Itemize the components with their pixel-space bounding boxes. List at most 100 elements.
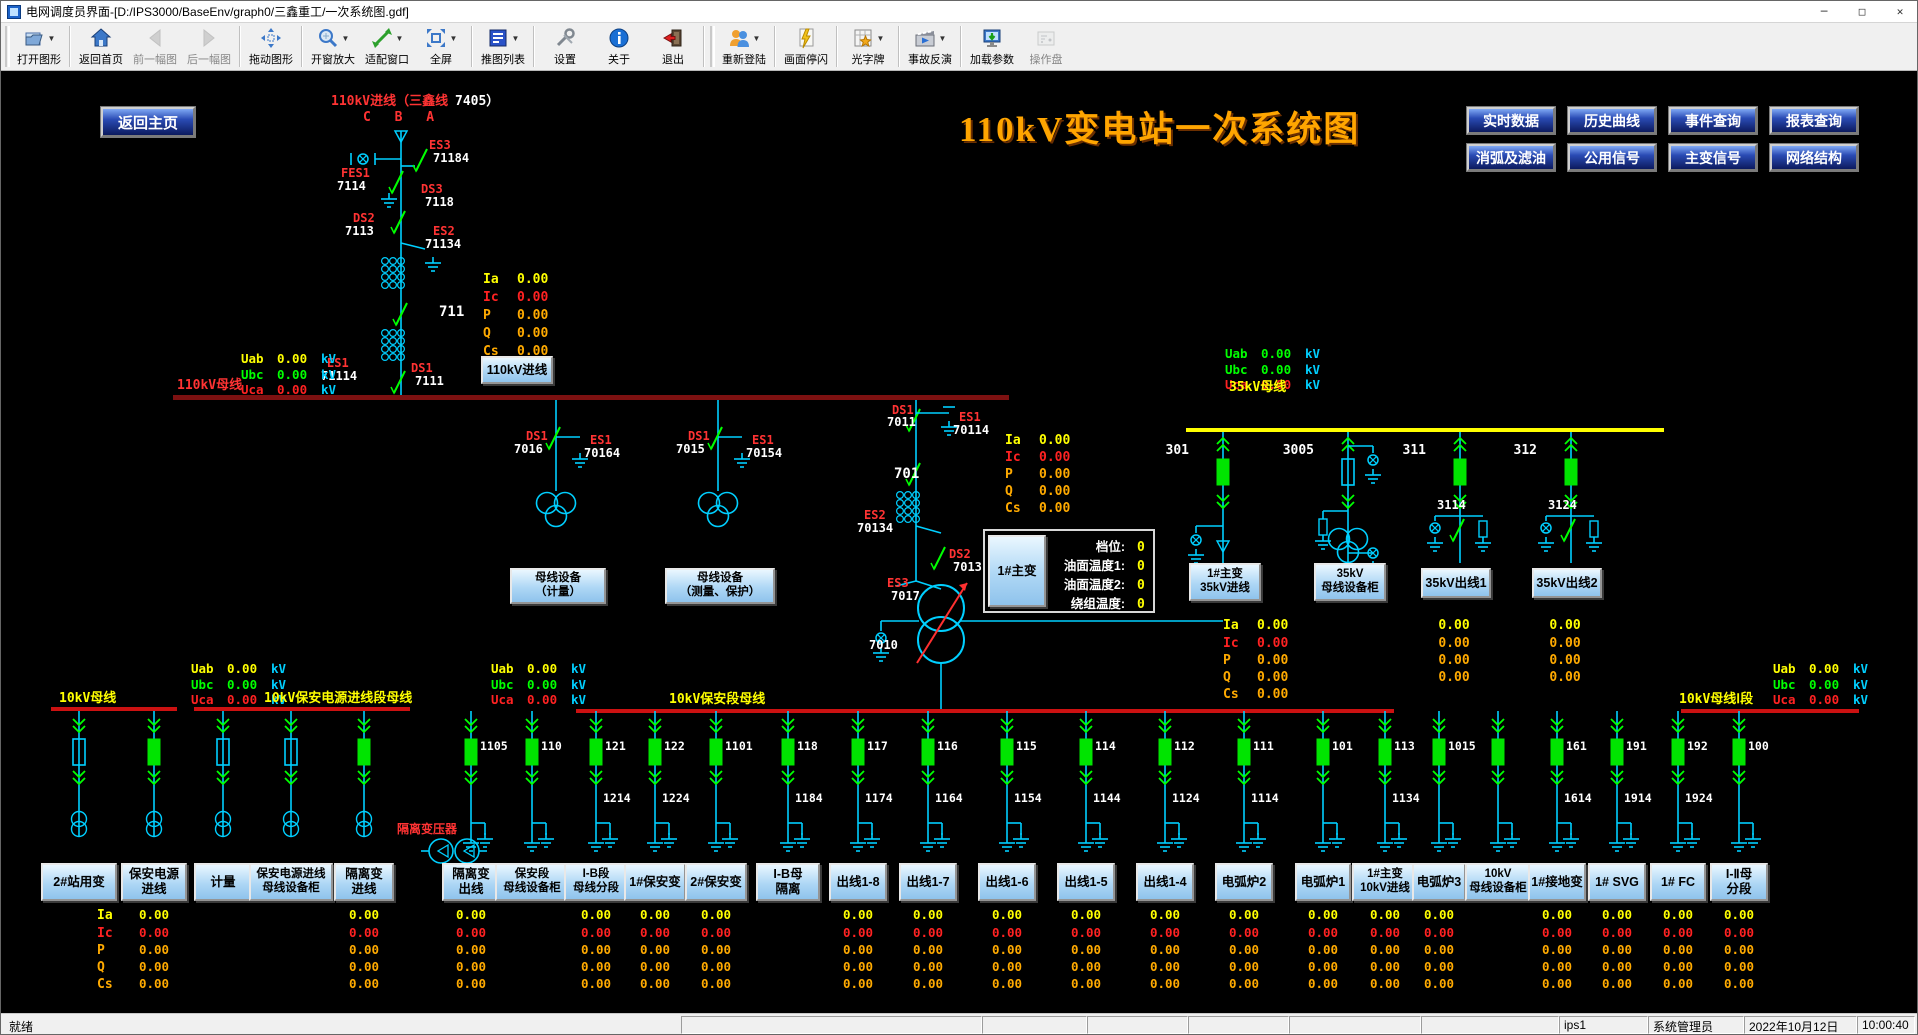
feeder-button-8[interactable]: I-B段母线分段 <box>564 863 628 901</box>
feeder-button-7[interactable]: 保安段母线设备柜 <box>495 863 569 901</box>
toolbar-button-accident-replay[interactable]: ▼事故反演 <box>903 23 957 70</box>
toolbar-button-relogin[interactable]: ▼重新登陆 <box>717 23 771 70</box>
feeder-button-3[interactable]: 计量 <box>194 863 252 901</box>
kv35-bay-button-2[interactable]: 35kV母线设备柜 <box>1314 563 1386 601</box>
bus-10kv-c[interactable] <box>576 709 1394 713</box>
incoming-line-button[interactable]: 110kV进线 <box>481 356 553 384</box>
feeder-breaker-115[interactable] <box>1001 739 1013 765</box>
main-transformer-button[interactable]: 1#主变 <box>988 535 1046 607</box>
feeder-breaker-118[interactable] <box>782 739 794 765</box>
feeder-breaker-116[interactable] <box>922 739 934 765</box>
breaker-311[interactable] <box>1454 459 1466 485</box>
nav-button-4[interactable]: 报表查询 <box>1770 107 1858 134</box>
toolbar-button-settings[interactable]: 设置 <box>538 23 592 70</box>
feeder-button-18[interactable]: 电弧炉1 <box>1295 863 1351 901</box>
bus-equip-button-2[interactable]: 母线设备（测量、保护） <box>665 568 775 604</box>
feeder-breaker-2[interactable] <box>148 739 160 765</box>
dropdown-arrow-icon[interactable]: ▼ <box>342 34 350 43</box>
bus-35kv[interactable] <box>1186 428 1664 432</box>
nav-button-1[interactable]: 实时数据 <box>1467 107 1555 134</box>
dropdown-arrow-icon[interactable]: ▼ <box>396 34 404 43</box>
feeder-button-13[interactable]: 出线1-7 <box>899 863 957 901</box>
feeder-button-1[interactable]: 2#站用变 <box>41 863 117 901</box>
toolbar-button-exit[interactable]: 退出 <box>646 23 700 70</box>
feeder-breaker-192[interactable] <box>1672 739 1684 765</box>
kv35-bay-button-3[interactable]: 35kV出线1 <box>1421 568 1491 598</box>
feeder-button-25[interactable]: I-Ⅱ母分段 <box>1710 863 1768 901</box>
feeder-breaker-1105[interactable] <box>465 739 477 765</box>
feeder-breaker-1101[interactable] <box>710 739 722 765</box>
bus-10kv-b[interactable] <box>194 707 410 711</box>
dropdown-arrow-icon[interactable]: ▼ <box>48 34 56 43</box>
toolbar-button-stop-flash[interactable]: 画面停闪 <box>779 23 833 70</box>
feeder-button-12[interactable]: 出线1-8 <box>829 863 887 901</box>
toolbar-button-zoom-window[interactable]: ▼开窗放大 <box>306 23 360 70</box>
feeder-button-11[interactable]: I-B母隔离 <box>756 863 820 901</box>
feeder-breaker-21[interactable] <box>1492 739 1504 765</box>
feeder-breaker-161[interactable] <box>1551 739 1563 765</box>
maximize-button[interactable]: □ <box>1843 1 1881 22</box>
dropdown-arrow-icon[interactable]: ▼ <box>753 34 761 43</box>
kv35-bay-button-4[interactable]: 35kV出线2 <box>1532 568 1602 598</box>
feeder-breaker-112[interactable] <box>1159 739 1171 765</box>
nav-button-3[interactable]: 事件查询 <box>1669 107 1757 134</box>
toolbar-button-load-params[interactable]: 加载参数 <box>965 23 1019 70</box>
feeder-button-14[interactable]: 出线1-6 <box>978 863 1036 901</box>
feeder-button-4[interactable]: 保安电源进线母线设备柜 <box>249 863 333 901</box>
toolbar-grip[interactable] <box>5 26 10 67</box>
dropdown-arrow-icon[interactable]: ▼ <box>877 34 885 43</box>
nav-button-6[interactable]: 公用信号 <box>1568 144 1656 171</box>
feeder-button-24[interactable]: 1# FC <box>1650 863 1706 901</box>
nav-button-8[interactable]: 网络结构 <box>1770 144 1858 171</box>
toolbar-button-annunciator[interactable]: ▼光字牌 <box>841 23 895 70</box>
button-label: 母线分段 <box>573 882 619 896</box>
return-home-button[interactable]: 返回主页 <box>101 107 195 137</box>
toolbar-button-pan[interactable]: 拖动图形 <box>244 23 298 70</box>
feeder-button-6[interactable]: 隔离变出线 <box>442 863 500 901</box>
bus-equip-button-1[interactable]: 母线设备（计量） <box>510 568 606 604</box>
feeder-button-15[interactable]: 出线1-5 <box>1057 863 1115 901</box>
feeder-breaker-121[interactable] <box>590 739 602 765</box>
bus-10kv-a[interactable] <box>51 707 177 711</box>
toolbar-button-fit-window[interactable]: ▼适配窗口 <box>360 23 414 70</box>
breaker-312[interactable] <box>1565 459 1577 485</box>
dropdown-arrow-icon[interactable]: ▼ <box>450 34 458 43</box>
nav-button-2[interactable]: 历史曲线 <box>1568 107 1656 134</box>
feeder-breaker-101[interactable] <box>1317 739 1329 765</box>
kv35-bay-button-1[interactable]: 1#主变35kV进线 <box>1189 563 1261 601</box>
bus-10kv-d[interactable] <box>1681 709 1859 713</box>
nav-button-5[interactable]: 消弧及滤油 <box>1467 144 1555 171</box>
feeder-breaker-114[interactable] <box>1080 739 1092 765</box>
toolbar-button-fullscreen[interactable]: ▼全屏 <box>414 23 468 70</box>
feeder-button-19[interactable]: 1#主变10kV进线 <box>1352 863 1418 901</box>
toolbar-button-home[interactable]: 返回首页 <box>74 23 128 70</box>
dropdown-arrow-icon[interactable]: ▼ <box>512 34 520 43</box>
close-button[interactable]: ✕ <box>1881 1 1918 22</box>
feeder-button-22[interactable]: 1#接地变 <box>1528 863 1586 901</box>
feeder-breaker-1015[interactable] <box>1433 739 1445 765</box>
minimize-button[interactable]: ─ <box>1805 1 1843 22</box>
feeder-breaker-117[interactable] <box>852 739 864 765</box>
feeder-breaker-191[interactable] <box>1611 739 1623 765</box>
nav-button-7[interactable]: 主变信号 <box>1669 144 1757 171</box>
feeder-button-17[interactable]: 电弧炉2 <box>1215 863 1273 901</box>
feeder-button-16[interactable]: 出线1-4 <box>1136 863 1194 901</box>
feeder-breaker-5[interactable] <box>358 739 370 765</box>
feeder-button-5[interactable]: 隔离变进线 <box>334 863 394 901</box>
feeder-breaker-110[interactable] <box>526 739 538 765</box>
dropdown-arrow-icon[interactable]: ▼ <box>939 34 947 43</box>
feeder-button-9[interactable]: 1#保安变 <box>624 863 686 901</box>
breaker-301[interactable] <box>1217 459 1229 485</box>
feeder-breaker-111[interactable] <box>1238 739 1250 765</box>
feeder-breaker-100[interactable] <box>1733 739 1745 765</box>
toolbar-button-about[interactable]: 关于 <box>592 23 646 70</box>
feeder-breaker-122[interactable] <box>649 739 661 765</box>
toolbar-button-open-graph[interactable]: ▼打开图形 <box>12 23 66 70</box>
feeder-breaker-113[interactable] <box>1379 739 1391 765</box>
feeder-button-21[interactable]: 10kV母线设备柜 <box>1465 863 1531 901</box>
feeder-button-20[interactable]: 电弧炉3 <box>1412 863 1466 901</box>
feeder-button-23[interactable]: 1# SVG <box>1588 863 1646 901</box>
feeder-button-2[interactable]: 保安电源进线 <box>121 863 187 901</box>
toolbar-button-push-list[interactable]: ▼推图列表 <box>476 23 530 70</box>
feeder-button-10[interactable]: 2#保安变 <box>685 863 747 901</box>
